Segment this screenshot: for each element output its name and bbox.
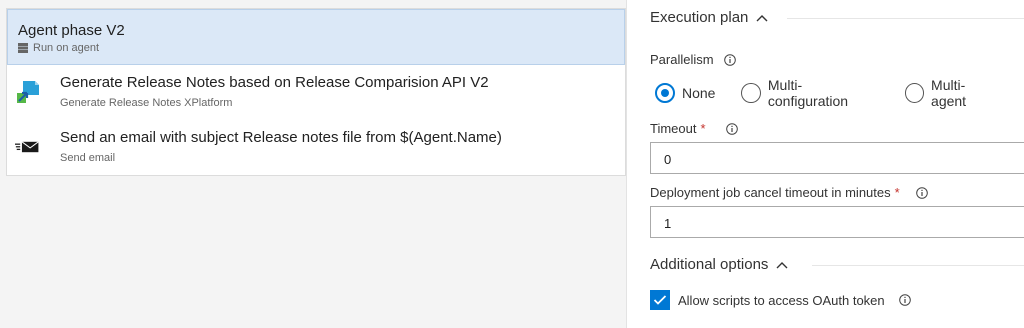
radio-circle	[741, 83, 761, 103]
task-subtitle: Send email	[60, 152, 116, 164]
phase-title: Agent phase V2	[18, 22, 125, 39]
task-row-release-notes[interactable]: Generate Release Notes based on Release …	[7, 65, 625, 120]
task-list: Agent phase V2 Run on agent Generate Rel…	[6, 8, 626, 176]
required-marker: *	[894, 185, 900, 200]
checkmark-icon	[653, 295, 667, 305]
section-rule	[812, 265, 1024, 266]
execution-plan-header[interactable]: Execution plan	[650, 9, 768, 26]
parallelism-options: None Multi-configuration Multi-agent	[655, 77, 1024, 109]
task-panel: Agent phase V2 Run on agent Generate Rel…	[0, 0, 626, 328]
info-icon[interactable]	[898, 294, 911, 306]
oauth-checkbox[interactable]	[650, 290, 670, 310]
info-icon[interactable]	[725, 122, 738, 135]
timeout-input[interactable]: 0	[650, 142, 1024, 174]
cancel-timeout-input[interactable]: 1	[650, 206, 1024, 238]
additional-options-header[interactable]: Additional options	[650, 256, 788, 273]
radio-label: None	[682, 85, 716, 101]
additional-options-heading: Additional options	[650, 256, 769, 273]
parallelism-label: Parallelism	[650, 52, 714, 67]
timeout-label: Timeout	[650, 121, 697, 136]
radio-circle	[904, 83, 925, 103]
radio-multi-configuration[interactable]: Multi-configuration	[741, 77, 878, 109]
phase-subtitle: Run on agent	[33, 42, 100, 54]
chevron-up-icon	[776, 261, 788, 268]
oauth-checkbox-row[interactable]: Allow scripts to access OAuth token	[650, 290, 911, 310]
radio-label: Multi-configuration	[767, 77, 849, 109]
server-icon	[18, 43, 28, 53]
execution-plan-heading: Execution plan	[650, 9, 749, 26]
info-icon[interactable]	[915, 186, 928, 199]
task-title: Send an email with subject Release notes…	[60, 129, 502, 146]
radio-circle	[655, 83, 675, 103]
task-title: Generate Release Notes based on Release …	[60, 74, 489, 91]
chevron-up-icon	[756, 14, 768, 21]
radio-none[interactable]: None	[655, 83, 715, 103]
release-notes-icon	[17, 81, 39, 103]
email-icon	[15, 141, 39, 153]
task-row-send-email[interactable]: Send an email with subject Release notes…	[7, 120, 625, 175]
agent-phase-row[interactable]: Agent phase V2 Run on agent	[7, 9, 625, 65]
info-icon[interactable]	[723, 53, 736, 66]
radio-label: Multi-agent	[931, 77, 967, 109]
required-marker: *	[700, 121, 706, 136]
properties-panel: Execution plan Parallelism None Multi-co…	[627, 0, 1024, 328]
oauth-checkbox-label: Allow scripts to access OAuth token	[678, 292, 885, 308]
cancel-timeout-label: Deployment job cancel timeout in minutes	[650, 185, 891, 200]
task-subtitle: Generate Release Notes XPlatform	[60, 97, 233, 109]
section-rule	[787, 18, 1024, 19]
radio-multi-agent[interactable]: Multi-agent	[904, 77, 998, 109]
